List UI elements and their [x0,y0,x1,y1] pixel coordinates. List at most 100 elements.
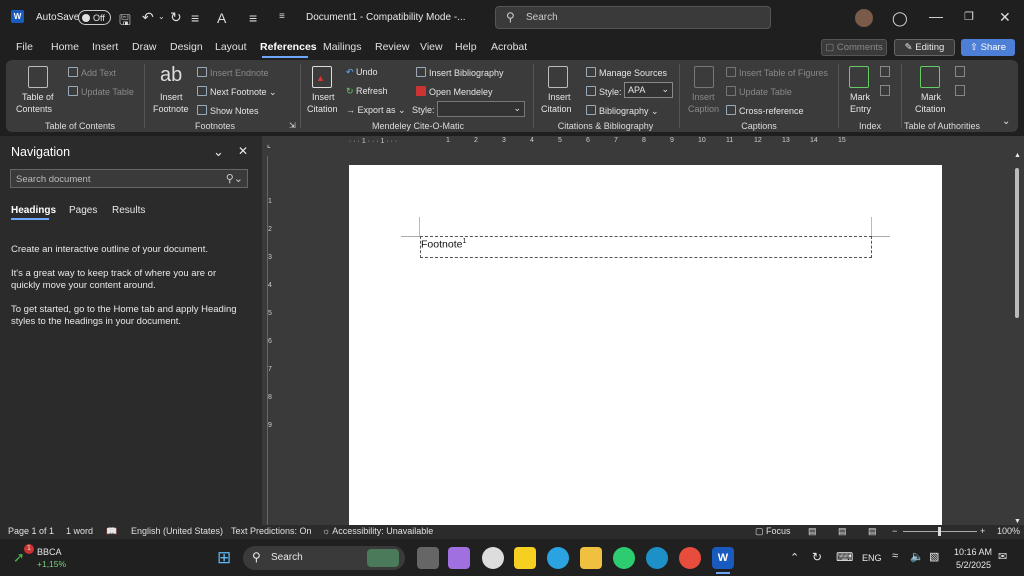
chrome-icon[interactable] [679,547,701,569]
editing-button[interactable]: ✎ Editing [894,39,955,56]
document-page[interactable]: Footnote1 [349,165,942,525]
print-layout-icon[interactable]: ▤ [838,526,847,537]
tab-view[interactable]: View [420,41,443,53]
taskbar-search[interactable]: ⚲ Search [243,546,405,570]
zoom-slider[interactable] [903,527,977,536]
zoom-out-icon[interactable]: − [892,526,897,536]
zoom-level[interactable]: 100% [997,526,1020,536]
tab-design[interactable]: Design [170,41,203,53]
web-layout-icon[interactable]: ▤ [868,526,877,537]
numbering-icon[interactable]: ≡ [249,10,257,26]
close-icon[interactable]: ✕ [999,9,1011,26]
mendeley-style-select[interactable]: ⌄ [437,101,525,117]
sync-icon[interactable]: ↻ [812,550,822,564]
mark-entry-label-2[interactable]: Entry [850,104,871,114]
insert-bibliography-button[interactable]: Insert Bibliography [416,67,504,78]
notifications-icon[interactable]: ✉ [998,550,1007,563]
proofing-icon[interactable]: 📖 [106,526,117,537]
bullets-icon[interactable]: ≡ [191,10,199,26]
mendeley-insert-label-2[interactable]: Citation [307,104,338,114]
clock-date[interactable]: 5/2/2025 [956,560,991,570]
customize-toolbar-icon[interactable]: ≡ [279,11,285,22]
scrollbar-thumb[interactable] [1015,168,1019,318]
scroll-down-icon[interactable]: ▼ [1014,518,1021,525]
update-toa-icon[interactable] [955,85,965,96]
tab-file[interactable]: File [16,41,33,53]
redo-icon[interactable]: ↻ [170,9,182,26]
undo-icon[interactable]: ↶ [142,9,154,26]
collapse-ribbon-icon[interactable]: ⌄ [1002,116,1010,127]
volume-icon[interactable]: 🔈 [910,550,924,563]
tab-draw[interactable]: Draw [132,41,157,53]
insert-footnote-label-1[interactable]: Insert [160,92,183,102]
next-footnote-button[interactable]: Next Footnote ⌄ [197,86,277,98]
footnote-text[interactable]: Footnote1 [421,238,466,251]
nav-close-icon[interactable]: ✕ [238,144,248,158]
mark-citation-label-1[interactable]: Mark [921,92,941,102]
telegram-icon[interactable] [547,547,569,569]
insert-citation-label-1[interactable]: Insert [548,92,571,102]
nav-options-chevron-icon[interactable]: ⌄ [213,144,224,160]
zoom-in-icon[interactable]: + [980,526,985,536]
word-taskbar-icon[interactable]: W [712,547,734,569]
whatsapp-icon[interactable] [613,547,635,569]
dialog-launcher-icon[interactable]: ⇲ [289,121,296,130]
text-predictions-status[interactable]: Text Predictions: On [231,526,312,536]
citation-style-select[interactable]: APA ⌄ [624,82,673,98]
file-explorer-task-view-icon[interactable] [417,547,439,569]
nav-tab-headings[interactable]: Headings [11,205,56,216]
accessibility-status[interactable]: ☼ Accessibility: Unavailable [322,526,433,536]
manage-sources-button[interactable]: Manage Sources [586,67,667,78]
minimize-icon[interactable]: — [929,8,943,24]
language-status[interactable]: English (United States) [131,526,223,536]
tab-review[interactable]: Review [375,41,409,53]
folder-icon[interactable] [580,547,602,569]
tab-layout[interactable]: Layout [215,41,247,53]
document-title[interactable]: Document1 - Compatibility Mode -... [306,12,466,23]
tab-acrobat[interactable]: Acrobat [491,41,527,53]
footnote-box[interactable]: Footnote1 [420,236,872,258]
update-index-icon[interactable] [880,85,890,96]
scroll-up-icon[interactable]: ▲ [1014,152,1021,159]
input-language[interactable]: ENG [862,553,882,563]
tab-home[interactable]: Home [51,41,79,53]
read-mode-icon[interactable]: ▤ [808,526,817,537]
font-color-icon[interactable]: A [217,10,226,26]
keyboard-icon[interactable]: ⌨ [836,550,853,564]
share-button[interactable]: ⇧ Share [961,39,1015,56]
toc-label-1[interactable]: Table of [22,92,54,102]
mendeley-undo-button[interactable]: ↶ Undo [346,67,378,78]
bibliography-button[interactable]: Bibliography ⌄ [586,105,659,117]
search-document-input[interactable]: Search document ⚲⌄ [10,169,248,188]
sticky-notes-icon[interactable] [514,547,536,569]
insert-index-icon[interactable] [880,66,890,77]
vertical-scrollbar[interactable]: ▲ ▼ [1014,152,1021,525]
start-icon[interactable]: ⊞ [217,548,231,568]
page-count[interactable]: Page 1 of 1 [8,526,54,536]
mark-entry-label-1[interactable]: Mark [850,92,870,102]
tab-help[interactable]: Help [455,41,477,53]
toc-label-2[interactable]: Contents [16,104,52,114]
show-notes-button[interactable]: Show Notes [197,105,259,116]
insert-footnote-label-2[interactable]: Footnote [153,104,189,114]
user-avatar[interactable] [855,9,873,27]
mendeley-refresh-button[interactable]: ↻ Refresh [346,86,388,97]
mendeley-export-button[interactable]: → Export as ⌄ [346,105,406,116]
tab-mailings[interactable]: Mailings [323,41,362,53]
tab-insert[interactable]: Insert [92,41,118,53]
autosave-toggle[interactable]: Off [78,10,111,25]
mendeley-insert-label-1[interactable]: Insert [312,92,335,102]
open-mendeley-button[interactable]: Open Mendeley [416,86,493,97]
save-icon[interactable]: 🖫 [119,10,131,34]
copilot-icon[interactable] [448,547,470,569]
search-box[interactable]: ⚲ Search [495,6,771,29]
zoom-slider-thumb[interactable] [938,527,941,536]
word-count[interactable]: 1 word [66,526,93,536]
restore-icon[interactable]: ❐ [964,10,974,23]
insert-citation-label-2[interactable]: Citation [541,104,572,114]
stock-widget[interactable]: ➚ 1 BBCA +1,15% [13,544,73,571]
cross-reference-button[interactable]: Cross-reference [726,105,804,116]
mark-citation-label-2[interactable]: Citation [915,104,946,114]
lightbulb-icon[interactable]: ◯ [892,10,908,27]
chevron-up-icon[interactable]: ⌃ [790,551,799,564]
